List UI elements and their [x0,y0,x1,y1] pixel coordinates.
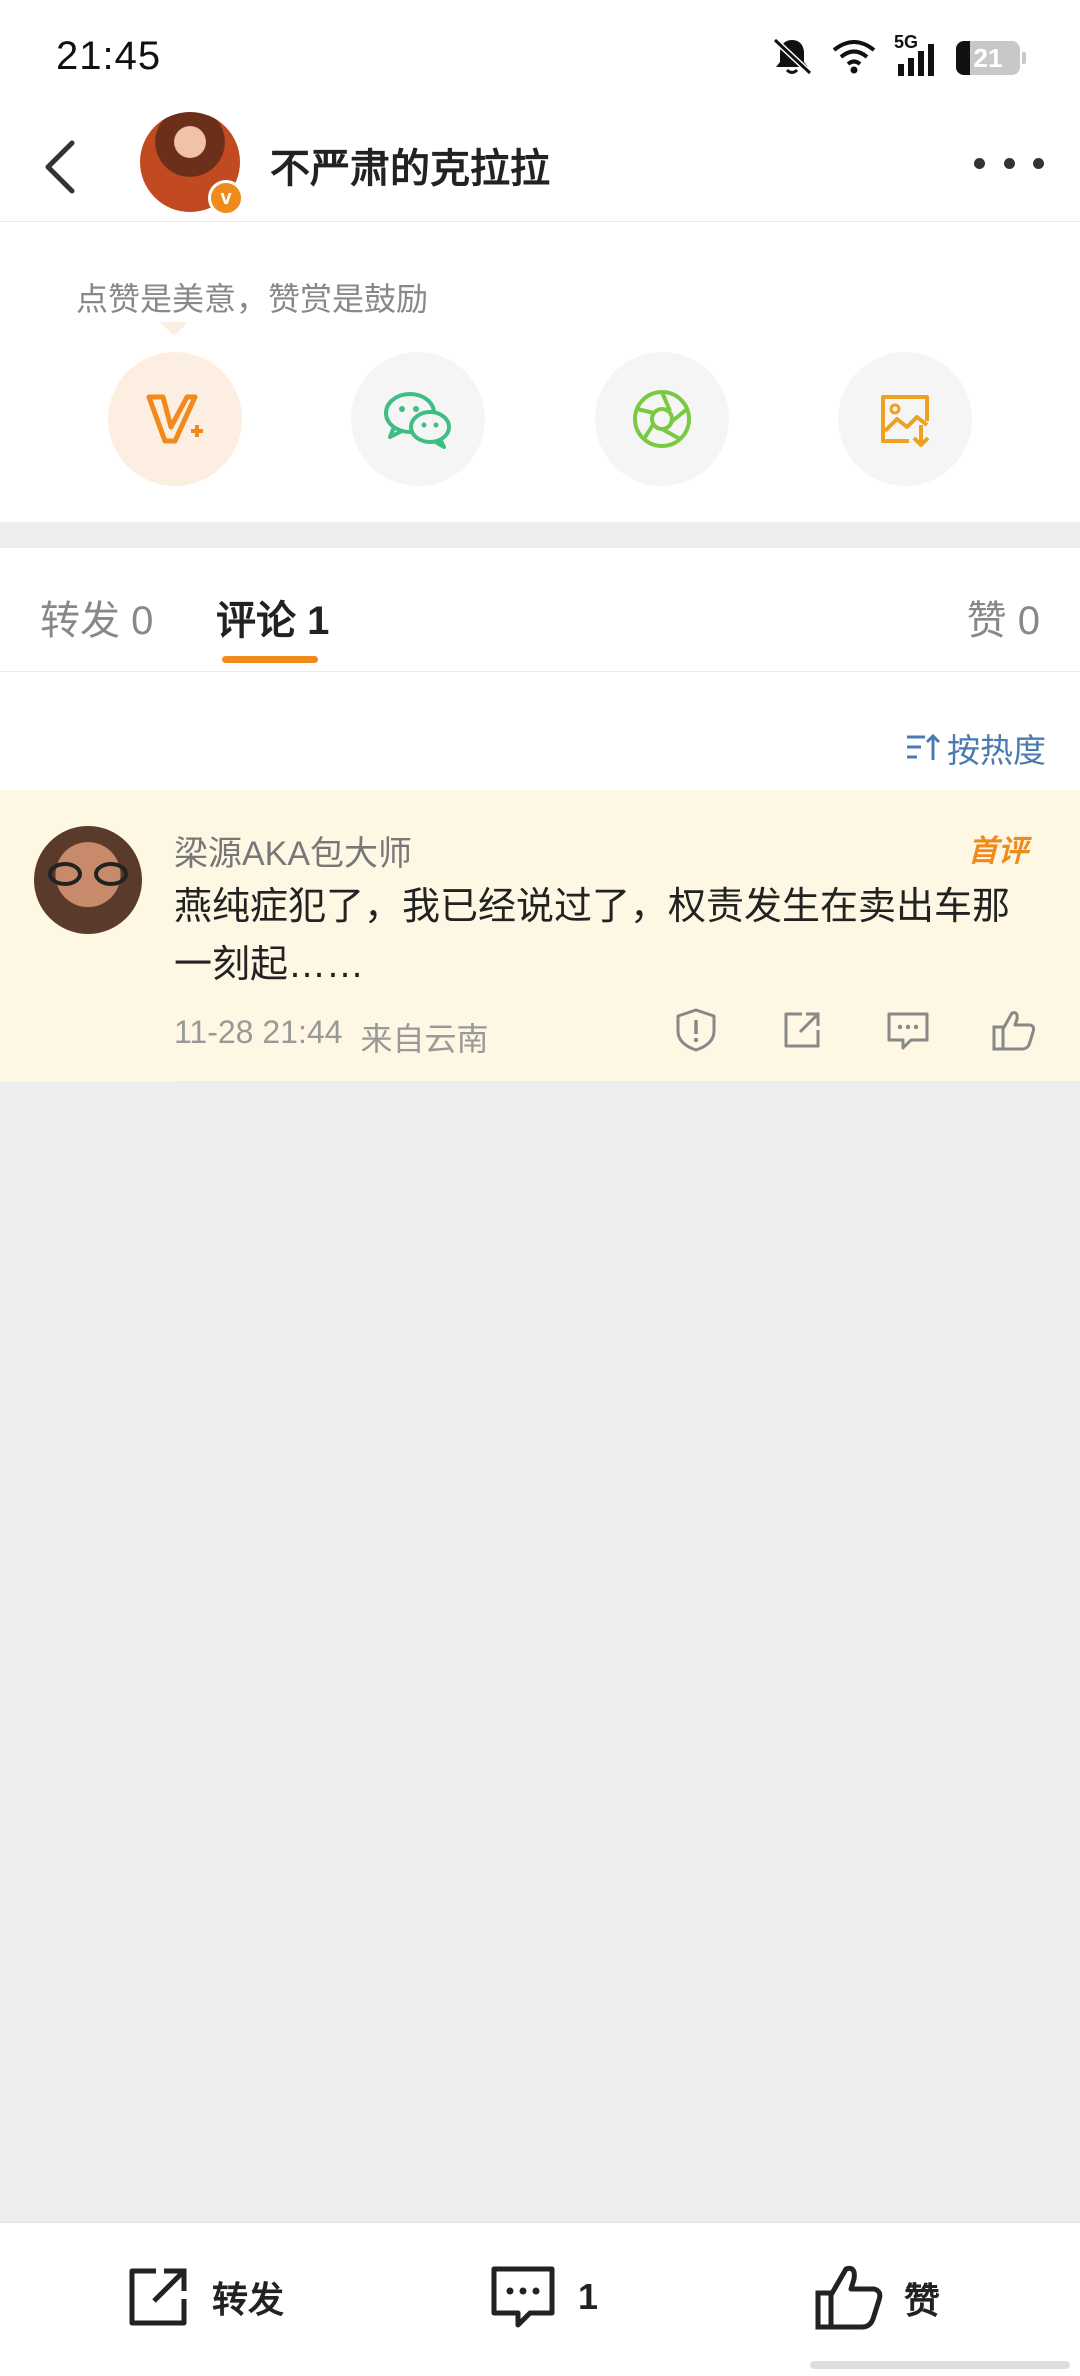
like-button[interactable]: 赞 [812,2261,940,2335]
bottom-action-bar: 转发 1 赞 [0,2222,1080,2376]
commenter-name[interactable]: 梁源AKA包大师 [174,826,412,875]
save-image-button[interactable] [837,352,972,486]
share-icon [784,1012,820,1048]
sort-button[interactable]: 按热度 [905,724,1046,772]
reward-hint: 点赞是美意，赞赏是鼓励 [76,281,429,317]
repost-icon [129,2268,187,2326]
reward-options [108,352,972,486]
comment-item[interactable]: 梁源AKA包大师 首评 燕纯症犯了，我已经说过了，权责发生在卖出车那一刻起…… … [0,790,1080,1082]
battery-icon: 21 [956,41,1026,75]
tab-repost[interactable]: 转发 0 [40,588,153,646]
divider [174,1081,1080,1082]
comment-count: 1 [578,2276,599,2317]
back-button[interactable] [30,132,90,202]
more-dot-icon [1003,157,1015,169]
comment-share-button[interactable] [776,1004,828,1056]
first-comment-badge: 首评 [968,835,1028,868]
comment-actions [670,1002,1040,1058]
interaction-tabs: 转发 0 评论 1 赞 0 [0,548,1080,672]
more-options-button[interactable] [974,138,1044,188]
chevron-left-icon [45,140,75,194]
status-time: 21:45 [56,34,162,78]
wechat-icon [384,392,452,449]
battery-level: 21 [973,42,1003,73]
more-dot-icon [974,157,985,169]
more-dot-icon [1033,157,1044,169]
avatar-image [48,862,128,886]
comment-reply-button[interactable] [882,1004,934,1056]
thumbs-up-icon [815,2266,883,2330]
like-label: 赞 [904,2280,941,2321]
share-wechat-button[interactable] [351,352,486,486]
bell-off-icon [770,36,814,81]
reward-button[interactable] [108,352,242,486]
sort-label: 按热度 [947,732,1046,769]
home-indicator[interactable] [810,2361,1070,2369]
status-icons: 5G 21 [770,32,1026,81]
signal-icon: 5G [894,32,938,78]
share-moments-button[interactable] [594,352,729,486]
tab-like[interactable]: 赞 0 [967,588,1040,646]
author-avatar[interactable]: v [140,112,244,216]
comment-date: 11-28 21:44 [174,1014,343,1050]
page-title[interactable]: 不严肃的克拉拉 [270,136,550,194]
repost-label: 转发 [212,2279,285,2320]
reward-section: 点赞是美意，赞赏是鼓励 [0,222,1080,522]
verified-badge-icon: v [208,180,244,216]
report-button[interactable] [670,1004,722,1056]
reward-hint-caret [160,322,188,336]
thumbs-up-icon [992,1011,1036,1051]
shield-alert-icon [676,1008,716,1052]
wifi-icon [832,38,876,79]
sort-icon [907,733,941,760]
save-image-icon [880,395,930,447]
reply-icon [887,1012,929,1050]
sort-row: 按热度 [0,672,1080,790]
comment-icon [491,2266,555,2328]
header: v 不严肃的克拉拉 [0,112,1080,222]
moments-icon [632,390,691,448]
commenter-avatar[interactable] [34,826,142,934]
comment-text: 燕纯症犯了，我已经说过了，权责发生在卖出车那一刻起…… [174,886,1011,986]
comment-like-button[interactable] [988,1004,1040,1056]
comment-meta: 11-28 21:44 来自云南 [174,1014,488,1060]
status-bar: 21:45 5G 21 [0,0,1080,112]
tab-comment[interactable]: 评论 1 [216,588,329,646]
repost-button[interactable]: 转发 [122,2261,284,2333]
tab-active-indicator [222,656,318,663]
v-plus-icon [146,394,203,444]
comment-location: 来自云南 [360,1021,489,1057]
comment-button[interactable]: 1 [486,2261,598,2333]
